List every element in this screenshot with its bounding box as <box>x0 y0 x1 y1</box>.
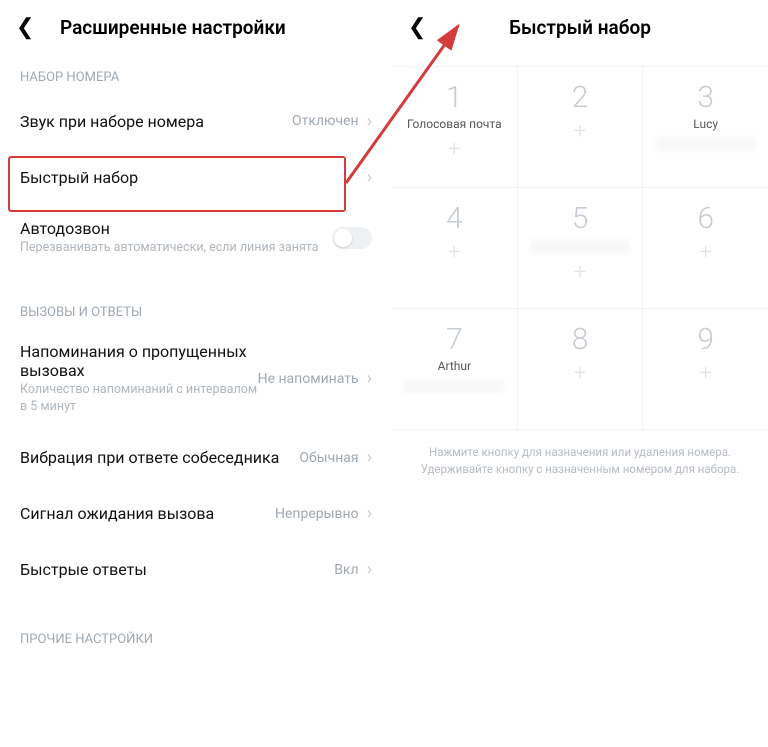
plus-icon: + <box>699 363 711 385</box>
key-8[interactable]: 8 + <box>518 309 644 429</box>
hint-line-2: Удерживайте кнопку с назначенным номером… <box>402 461 758 478</box>
page-title: Быстрый набор <box>392 16 768 39</box>
chevron-right-icon: › <box>367 368 372 389</box>
digit: 5 <box>572 204 589 234</box>
key-6[interactable]: 6 + <box>643 188 768 308</box>
label: Быстрые ответы <box>20 560 334 579</box>
plus-icon: + <box>574 262 586 284</box>
section-header-dial: НАБОР НОМЕРА <box>0 54 392 93</box>
digit: 7 <box>446 325 463 355</box>
chevron-right-icon: › <box>367 447 372 468</box>
keypad: 1 Голосовая почта + 2 + 3 Lucy 4 + 5 <box>392 54 768 430</box>
blurred-content <box>656 137 756 151</box>
blurred-content <box>530 240 630 254</box>
row-call-waiting[interactable]: Сигнал ожидания вызова Непрерывно › <box>0 486 392 542</box>
settings-screen: ❮ Расширенные настройки НАБОР НОМЕРА Зву… <box>0 0 392 747</box>
digit: 4 <box>446 204 463 234</box>
row-auto-redial[interactable]: Автодозвон Перезванивать автоматически, … <box>0 205 392 271</box>
page-title: Расширенные настройки <box>60 16 286 39</box>
key-5[interactable]: 5 + <box>518 188 644 308</box>
plus-icon: + <box>699 242 711 264</box>
key-7[interactable]: 7 Arthur <box>392 309 518 429</box>
plus-icon: + <box>448 242 460 264</box>
hint-text: Нажмите кнопку для назначения или удален… <box>392 430 768 493</box>
label: Звук при наборе номера <box>20 112 292 131</box>
digit: 3 <box>697 83 714 113</box>
section-header-calls: ВЫЗОВЫ И ОТВЕТЫ <box>0 289 392 328</box>
value: Не напоминать <box>258 371 359 387</box>
row-missed-reminders[interactable]: Напоминания о пропущенных вызовах Количе… <box>0 328 392 430</box>
blurred-content <box>404 379 504 393</box>
digit: 6 <box>697 204 714 234</box>
label: Сигнал ожидания вызова <box>20 504 275 523</box>
row-vibrate-answer[interactable]: Вибрация при ответе собеседника Обычная … <box>0 430 392 486</box>
chevron-right-icon: › <box>367 503 372 524</box>
value: Вкл <box>334 562 358 578</box>
speed-dial-screen: ❮ Быстрый набор 1 Голосовая почта + 2 + … <box>392 0 768 747</box>
key-9[interactable]: 9 + <box>643 309 768 429</box>
chevron-right-icon: › <box>367 559 372 580</box>
label: Автодозвон <box>20 219 332 238</box>
key-label: Arthur <box>438 359 471 373</box>
hint-line-1: Нажмите кнопку для назначения или удален… <box>402 444 758 461</box>
key-label: Lucy <box>693 117 718 131</box>
section-header-other: ПРОЧИЕ НАСТРОЙКИ <box>0 616 392 655</box>
chevron-right-icon: › <box>367 167 372 188</box>
row-speed-dial[interactable]: Быстрый набор › <box>0 149 392 205</box>
value: Обычная <box>299 450 358 466</box>
label: Вибрация при ответе собеседника <box>20 448 299 467</box>
toggle-off[interactable] <box>332 227 372 249</box>
label: Быстрый набор <box>20 168 367 187</box>
row-dial-sound[interactable]: Звук при наборе номера Отключен › <box>0 93 392 149</box>
sublabel: Количество напоминаний с интервалом в 5 … <box>20 382 258 416</box>
key-3[interactable]: 3 Lucy <box>643 67 768 187</box>
header: ❮ Расширенные настройки <box>0 0 392 54</box>
digit: 2 <box>572 83 589 113</box>
back-icon[interactable]: ❮ <box>408 15 426 40</box>
plus-icon: + <box>574 121 586 143</box>
plus-icon: + <box>574 363 586 385</box>
key-label: Голосовая почта <box>407 117 502 131</box>
row-quick-replies[interactable]: Быстрые ответы Вкл › <box>0 542 392 598</box>
value: Отключен <box>292 113 359 129</box>
header: ❮ Быстрый набор <box>392 0 768 54</box>
value: Непрерывно <box>275 506 359 522</box>
digit: 9 <box>697 325 714 355</box>
label: Напоминания о пропущенных вызовах <box>20 342 258 380</box>
plus-icon: + <box>448 139 460 161</box>
key-2[interactable]: 2 + <box>518 67 644 187</box>
back-icon[interactable]: ❮ <box>16 15 40 40</box>
digit: 8 <box>572 325 589 355</box>
chevron-right-icon: › <box>367 111 372 132</box>
sublabel: Перезванивать автоматически, если линия … <box>20 240 332 257</box>
key-1[interactable]: 1 Голосовая почта + <box>392 67 518 187</box>
key-4[interactable]: 4 + <box>392 188 518 308</box>
digit: 1 <box>446 83 463 113</box>
